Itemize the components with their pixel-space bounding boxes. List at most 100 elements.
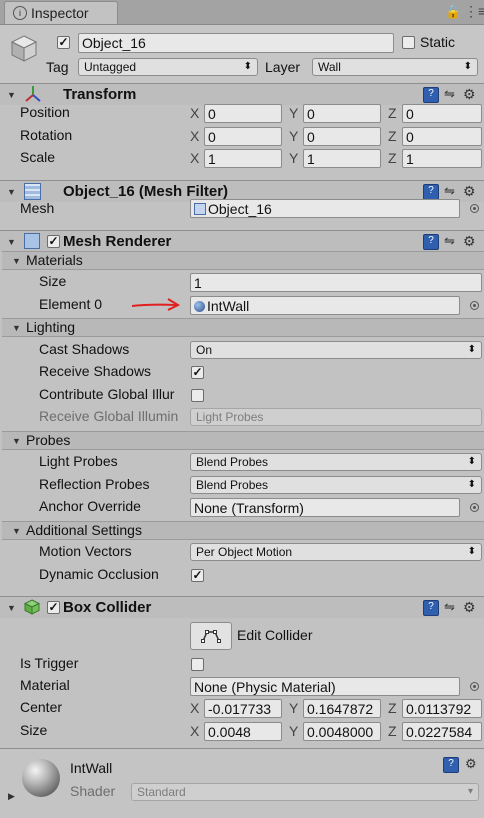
foldout-down-icon[interactable]: ▼ [7, 187, 16, 197]
rotation-label: Rotation [20, 127, 73, 143]
position-z-field[interactable]: 0 [402, 104, 482, 123]
transform-header[interactable]: ▼ Transform ? ⇋ ⚙ [0, 83, 484, 105]
probes-foldout[interactable]: ▼ Probes [2, 431, 484, 450]
center-y-field[interactable]: 0.1647872 [303, 699, 381, 718]
materials-foldout[interactable]: ▼ Materials [2, 251, 484, 270]
lock-icon[interactable]: 🔒 [445, 4, 461, 20]
size-x-field[interactable]: 0.0048 [204, 722, 282, 741]
additional-settings-foldout[interactable]: ▼ Additional Settings [2, 521, 484, 540]
axis-y-label: Y [289, 128, 299, 144]
object-picker-target-icon[interactable] [470, 204, 479, 213]
gear-icon[interactable]: ⚙ [463, 599, 476, 615]
foldout-down-icon[interactable]: ▼ [12, 436, 21, 446]
foldout-down-icon[interactable]: ▼ [12, 256, 21, 266]
help-book-icon[interactable]: ? [423, 87, 439, 103]
foldout-down-icon[interactable]: ▼ [7, 90, 16, 100]
edit-collider-icon [201, 630, 221, 643]
help-book-icon[interactable]: ? [423, 184, 439, 200]
static-label: Static [420, 34, 456, 50]
light-probes-value: Blend Probes [196, 455, 269, 469]
object-active-checkbox[interactable]: ✓ [57, 36, 70, 49]
kebab-menu-icon[interactable]: ⋮≡ [464, 3, 484, 20]
gear-icon[interactable]: ⚙ [463, 183, 476, 199]
preset-sliders-icon[interactable]: ⇋ [444, 600, 455, 614]
position-y-field[interactable]: 0 [303, 104, 381, 123]
foldout-down-icon[interactable]: ▼ [7, 237, 16, 247]
anchor-override-label: Anchor Override [39, 498, 141, 514]
object-picker-target-icon[interactable] [470, 682, 479, 691]
lighting-label: Lighting [26, 319, 76, 335]
foldout-right-icon[interactable]: ▶ [8, 791, 15, 801]
axis-z-label: Z [388, 105, 397, 121]
light-probes-label: Light Probes [39, 453, 118, 469]
rotation-y-field[interactable]: 0 [303, 127, 381, 146]
materials-size-field[interactable]: 1 [190, 273, 482, 292]
transform-title: Transform [63, 86, 137, 103]
foldout-down-icon[interactable]: ▼ [12, 526, 21, 536]
layer-label: Layer [265, 59, 301, 75]
rotation-x-field[interactable]: 0 [204, 127, 282, 146]
materials-label: Materials [26, 252, 83, 268]
edit-collider-button[interactable] [190, 622, 232, 650]
position-x-field[interactable]: 0 [204, 104, 282, 123]
gear-icon[interactable]: ⚙ [463, 233, 476, 249]
reflection-probes-dropdown[interactable]: Blend Probes ⬍ [190, 476, 482, 494]
foldout-down-icon[interactable]: ▼ [7, 603, 16, 613]
cube-icon [10, 34, 38, 62]
receive-shadows-checkbox[interactable]: ✓ [191, 366, 204, 379]
help-book-icon[interactable]: ? [443, 757, 459, 773]
preset-sliders-icon[interactable]: ⇋ [444, 184, 455, 198]
object-picker-target-icon[interactable] [470, 503, 479, 512]
scale-z-field[interactable]: 1 [402, 149, 482, 168]
inspector-tab-bar: i Inspector 🔒 ⋮≡ [0, 0, 484, 25]
center-label: Center [20, 699, 63, 715]
dynamic-occlusion-checkbox[interactable]: ✓ [191, 569, 204, 582]
lighting-foldout[interactable]: ▼ Lighting [2, 318, 484, 337]
mesh-renderer-enabled-checkbox[interactable]: ✓ [47, 235, 60, 248]
anchor-override-field[interactable]: None (Transform) [190, 498, 460, 517]
help-book-icon[interactable]: ? [423, 234, 439, 250]
scale-x-field[interactable]: 1 [204, 149, 282, 168]
preset-sliders-icon[interactable]: ⇋ [444, 234, 455, 248]
object-name-input[interactable]: Object_16 [78, 33, 394, 53]
is-trigger-checkbox[interactable] [191, 658, 204, 671]
center-x-field[interactable]: -0.017733 [204, 699, 282, 718]
box-collider-enabled-checkbox[interactable]: ✓ [47, 601, 60, 614]
material-preview-section: ▶ IntWall Shader Standard ▾ ? ⚙ [0, 749, 484, 818]
foldout-down-icon[interactable]: ▼ [12, 323, 21, 333]
axis-z-label: Z [388, 723, 397, 739]
box-collider-icon [23, 599, 41, 615]
contribute-gi-checkbox[interactable] [191, 389, 204, 402]
mesh-object-field[interactable]: Object_16 [190, 199, 460, 218]
dynamic-occlusion-label: Dynamic Occlusion [39, 566, 159, 582]
axis-x-label: X [190, 723, 200, 739]
updown-arrow-icon: ⬍ [467, 456, 476, 467]
size-y-field[interactable]: 0.0048000 [303, 722, 381, 741]
shader-dropdown: Standard ▾ [131, 783, 479, 801]
tag-dropdown[interactable]: Untagged ⬍ [78, 58, 258, 76]
axis-z-label: Z [388, 128, 397, 144]
mesh-renderer-header[interactable]: ▼ ✓ Mesh Renderer ? ⇋ ⚙ [0, 230, 484, 252]
gear-icon[interactable]: ⚙ [463, 86, 476, 102]
mesh-filter-grid-icon [24, 183, 41, 200]
size-z-field[interactable]: 0.0227584 [402, 722, 482, 741]
cast-shadows-dropdown[interactable]: On ⬍ [190, 341, 482, 359]
help-book-icon[interactable]: ? [423, 600, 439, 616]
motion-vectors-dropdown[interactable]: Per Object Motion ⬍ [190, 543, 482, 561]
inspector-tab[interactable]: i Inspector [4, 1, 118, 24]
component-header-icons: ? ⇋ ⚙ [423, 233, 483, 250]
gear-icon[interactable]: ⚙ [465, 757, 477, 771]
scale-y-field[interactable]: 1 [303, 149, 381, 168]
edit-collider-label: Edit Collider [237, 627, 313, 643]
light-probes-dropdown[interactable]: Blend Probes ⬍ [190, 453, 482, 471]
layer-dropdown[interactable]: Wall ⬍ [312, 58, 478, 76]
collider-material-field[interactable]: None (Physic Material) [190, 677, 460, 696]
static-checkbox[interactable] [402, 36, 415, 49]
object-picker-target-icon[interactable] [470, 301, 479, 310]
box-collider-header[interactable]: ▼ ✓ Box Collider ? ⇋ ⚙ [0, 596, 484, 618]
axis-y-label: Y [289, 723, 299, 739]
center-z-field[interactable]: 0.0113792 [402, 699, 482, 718]
element0-material-field[interactable]: IntWall [190, 296, 460, 315]
rotation-z-field[interactable]: 0 [402, 127, 482, 146]
preset-sliders-icon[interactable]: ⇋ [444, 87, 455, 101]
